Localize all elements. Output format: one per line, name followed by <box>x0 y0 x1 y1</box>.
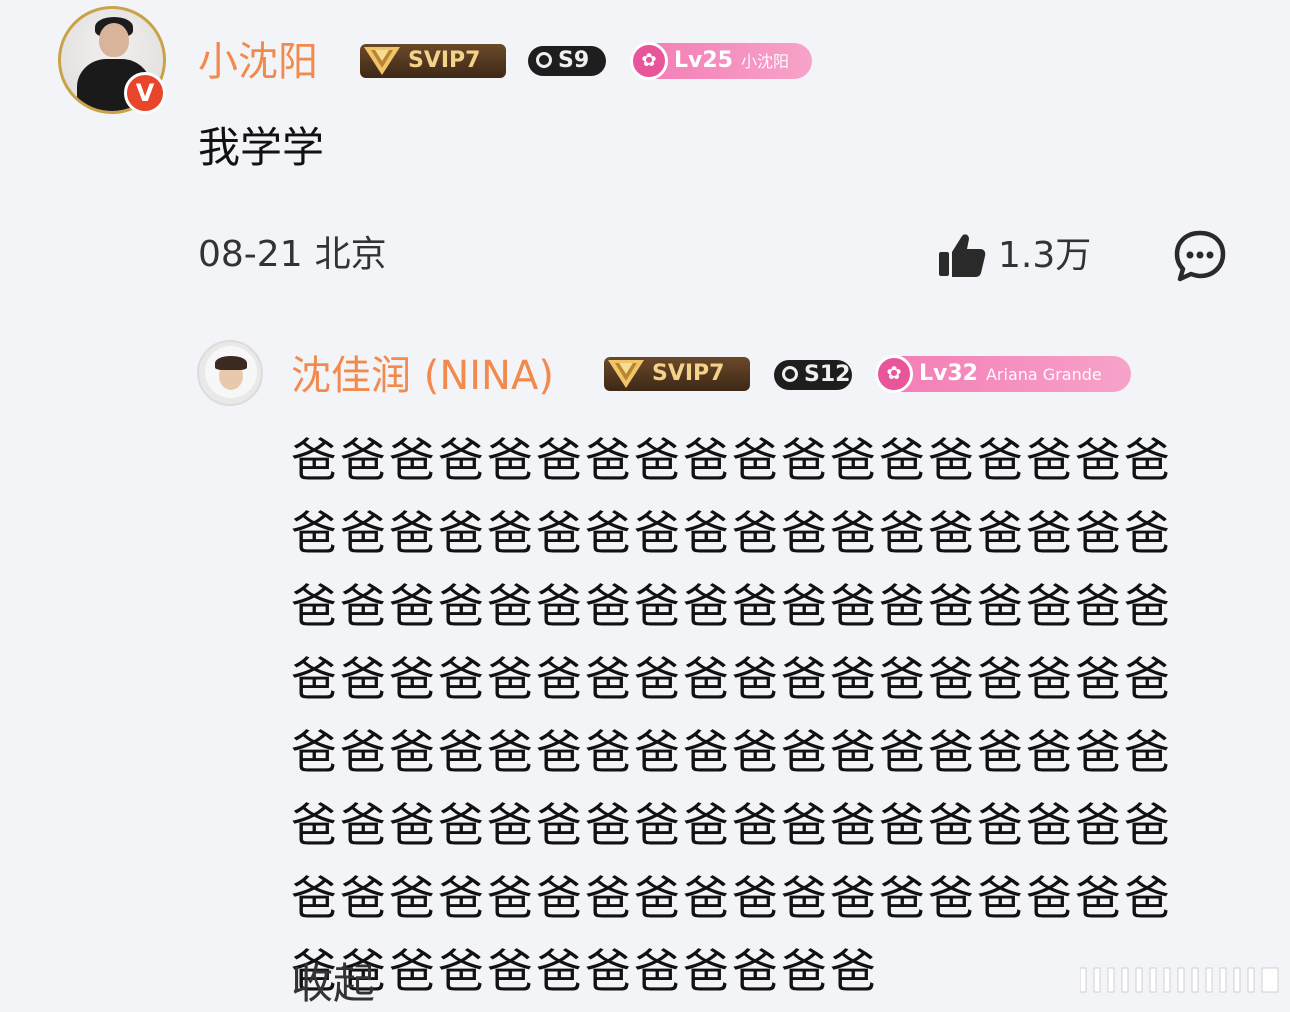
watermark-lines-icon <box>1080 967 1279 993</box>
svip-label: SVIP7 <box>652 361 725 386</box>
season-badge: S9 <box>528 46 606 76</box>
fan-level: Lv25 <box>674 48 733 73</box>
diamond-v-icon <box>608 360 644 388</box>
fan-club-name: 小沈阳 <box>740 52 789 71</box>
comment-meta: 08-21 北京 <box>198 230 387 280</box>
season-label: S12 <box>804 362 851 387</box>
medal-icon <box>782 366 798 382</box>
flower-icon: ✿ <box>630 42 668 80</box>
comment-author-name[interactable]: 小沈阳 <box>198 36 318 88</box>
avatar-hair <box>215 356 247 370</box>
verified-badge-icon: V <box>124 72 166 114</box>
season-label: S9 <box>558 48 590 73</box>
flower-icon: ✿ <box>875 355 913 393</box>
svip-label: SVIP7 <box>408 48 481 73</box>
comment-location: 北京 <box>314 234 387 275</box>
fan-level-badge: ✿ Lv32 Ariana Grande <box>875 355 1131 393</box>
fan-club-name: Ariana Grande <box>985 365 1102 384</box>
collapse-button[interactable]: 收起 <box>291 956 375 1012</box>
like-button[interactable]: 1.3万 <box>936 228 1091 284</box>
comment-date: 08-21 <box>198 234 303 275</box>
fan-level: Lv32 <box>919 361 978 386</box>
like-count: 1.3万 <box>998 235 1092 276</box>
season-badge: S12 <box>774 360 852 390</box>
reply-avatar[interactable] <box>197 340 263 406</box>
svip-badge: SVIP7 <box>360 44 506 78</box>
reply-text: 爸爸爸爸爸爸爸爸爸爸爸爸爸爸爸爸爸爸爸爸爸爸爸爸爸爸爸爸爸爸爸爸爸爸爸爸爸爸爸爸… <box>291 433 1173 998</box>
diamond-v-icon <box>364 47 400 75</box>
medal-icon <box>536 52 552 68</box>
reply-author-name[interactable]: 沈佳润 (NINA) <box>291 350 554 402</box>
svip-badge: SVIP7 <box>604 357 750 391</box>
thumbs-up-icon <box>939 234 986 277</box>
comment-bubble-icon[interactable] <box>1172 228 1228 284</box>
comment-text: 我学学 <box>198 123 325 172</box>
fan-level-badge: ✿ Lv25 小沈阳 <box>630 42 812 80</box>
avatar-face <box>99 23 129 57</box>
